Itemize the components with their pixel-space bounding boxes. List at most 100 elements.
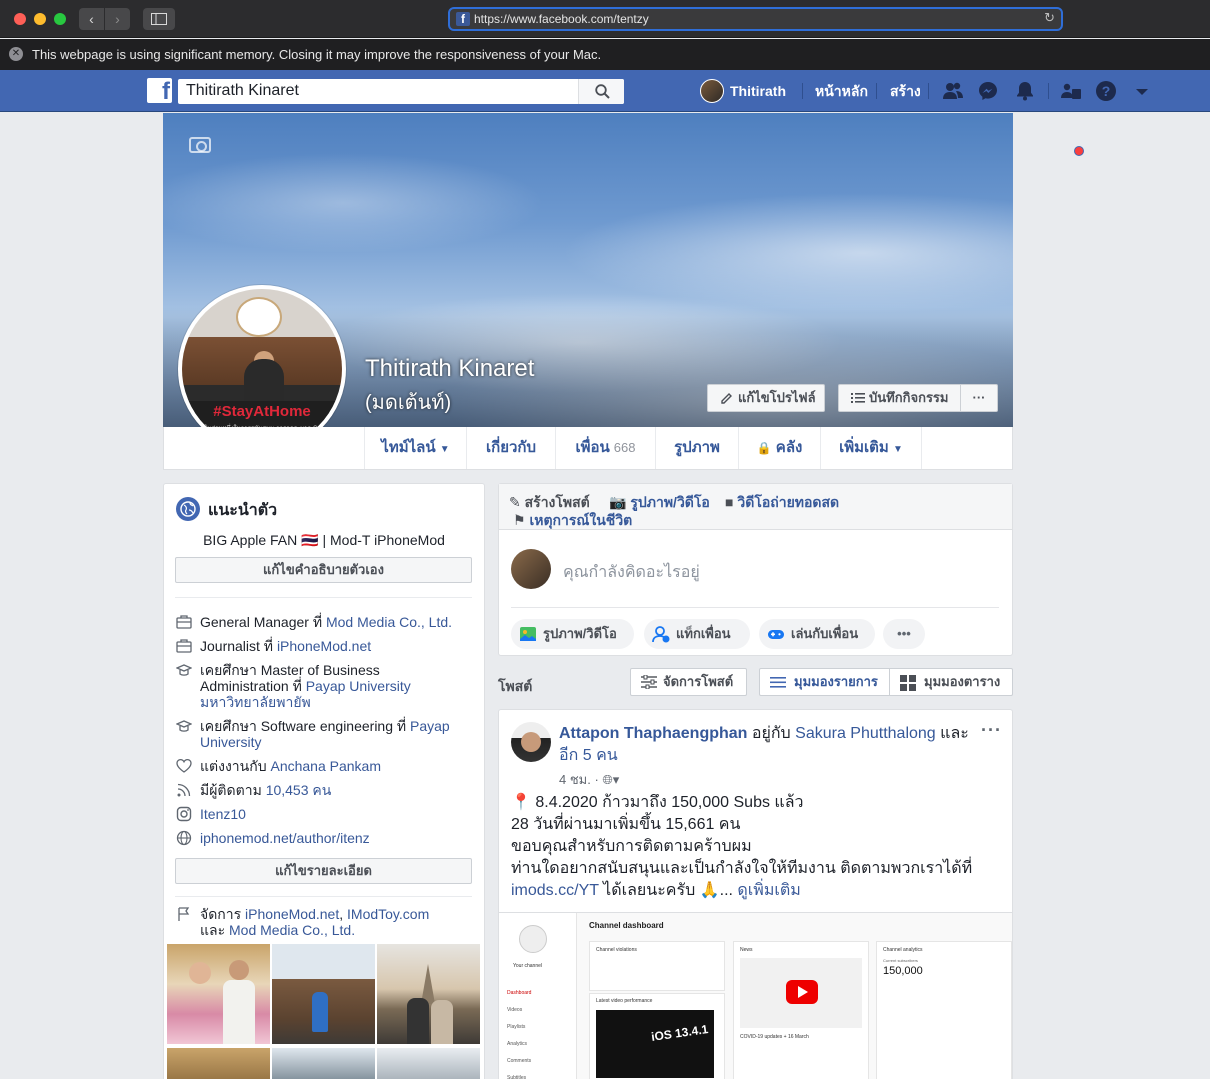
profile-name[interactable]: Thitirath Kinaret [365,355,534,383]
heart-icon [176,758,192,773]
close-window-button[interactable] [14,13,26,25]
photo-thumbnail[interactable] [272,1048,375,1079]
more-options-button[interactable]: ··· [960,384,998,412]
composer-avatar [511,549,551,589]
notifications-bell-icon[interactable] [1014,80,1036,102]
photo-thumbnail[interactable] [167,1048,270,1079]
followers-link[interactable]: 10,453 คน [266,782,332,798]
life-event-label: เหตุการณ์ในชีวิต [529,512,633,528]
list-view-icon [770,677,786,688]
website-link[interactable]: iphonemod.net/author/itenz [200,830,474,846]
tag-friends-button[interactable]: แท็กเพื่อน [644,619,750,649]
post-others-link[interactable]: อีก 5 คน [559,747,618,764]
spouse-link[interactable]: Anchana Pankam [270,758,381,774]
tab-more[interactable]: เพิ่มเติม ▼ [820,427,922,469]
instagram-icon [176,806,192,822]
post-with-text: อยู่กับ [747,725,796,742]
post-line: ได้เลยนะครับ 🙏... [598,882,738,899]
posts-section-title: โพสต์ [498,678,533,694]
manage-posts-label: จัดการโพสต์ [663,674,734,689]
manages-link-modmedia[interactable]: Mod Media Co., Ltd. [229,922,355,938]
intro-manages: จัดการ iPhoneMod.net, IModToy.com และ Mod… [176,906,474,938]
camera-icon[interactable] [189,137,211,153]
search-button[interactable] [578,79,624,104]
intro-education-2: เคยศึกษา Software engineering ที่ Payap … [176,718,466,750]
post-options-button[interactable]: ··· [981,720,1002,741]
help-icon[interactable]: ? [1095,80,1117,102]
create-link[interactable]: สร้าง [890,70,921,112]
photo-thumbnail[interactable] [377,1048,480,1079]
manages-link-imodtoy[interactable]: IModToy.com [347,906,429,922]
manages-link-iphonemod[interactable]: iPhoneMod.net [245,906,339,922]
grid-view-button[interactable]: มุมมองตาราง [889,668,1013,696]
post-timestamp[interactable]: 4 ชม. · [559,772,602,787]
photo-thumbnail[interactable] [377,944,480,1044]
profile-tab-bar: ไทม์ไลน์ ▼ เกี่ยวกับ เพื่อน 668 รูปภาพ 🔒 … [163,427,1013,470]
flag-icon: ⚑ [513,512,526,528]
search-input[interactable]: Thitirath Kinaret [186,82,299,100]
user-name-link[interactable]: Thitirath [730,70,786,112]
list-view-button[interactable]: มุมมองรายการ [759,668,890,696]
manage-posts-button[interactable]: จัดการโพสต์ [630,668,747,696]
work1-link[interactable]: Mod Media Co., Ltd. [326,614,452,630]
tab-about[interactable]: เกี่ยวกับ [466,427,555,469]
chevron-down-icon: ▼ [892,444,903,455]
work1-text: General Manager ที่ [200,614,326,630]
live-video-tab[interactable]: ■ วิดีโอถ่ายทอดสด [725,492,839,514]
sidebar-toggle-button[interactable] [143,8,175,30]
tab-friends[interactable]: เพื่อน 668 [555,427,655,469]
messenger-icon[interactable] [977,80,999,102]
life-event-tab[interactable]: ⚑ เหตุการณ์ในชีวิต [513,510,632,532]
facebook-logo-icon[interactable]: f [147,78,172,105]
edit-details-button[interactable]: แก้ไขรายละเอียด [175,858,472,884]
zoom-window-button[interactable] [54,13,66,25]
instagram-link[interactable]: Itenz10 [200,806,474,822]
edu1-link[interactable]: Payap University [306,678,411,694]
edit-profile-button[interactable]: แก้ไขโปรไฟล์ [707,384,825,412]
home-link[interactable]: หน้าหลัก [815,70,868,112]
friends-icon[interactable] [942,80,964,102]
search-icon [595,84,610,99]
work2-link[interactable]: iPhoneMod.net [277,638,371,654]
back-button[interactable]: ‹ [79,8,104,30]
divider [876,83,877,99]
minimize-window-button[interactable] [34,13,46,25]
photo-thumbnail[interactable] [167,944,270,1044]
reload-icon[interactable]: ↻ [1044,10,1055,26]
globe-icon[interactable]: 🌐︎▾ [602,772,619,787]
post-author-avatar[interactable] [511,722,551,762]
post-link[interactable]: imods.cc/YT [511,882,599,899]
post-tagged-link[interactable]: Sakura Phutthalong [795,725,936,742]
tab-archive-label: คลัง [775,439,803,456]
edu1-link-thai[interactable]: มหาวิทยาลัยพายัพ [200,694,311,710]
close-warning-icon[interactable]: ✕ [9,47,23,61]
manages-comma: , [339,906,348,922]
tag-friends-icon [652,626,670,643]
edit-bio-button[interactable]: แก้ไขคำอธิบายตัวเอง [175,557,472,583]
post-author-link[interactable]: Attapon Thaphaengphan [559,725,747,742]
post-image[interactable]: Your channel Dashboard Videos Playlists … [499,912,1012,1079]
photo-video-button[interactable]: รูปภาพ/วิดีโอ [511,619,634,649]
tab-timeline[interactable]: ไทม์ไลน์ ▼ [364,427,466,469]
activity-log-button[interactable]: บันทึกกิจกรรม [838,384,961,412]
account-menu-chevron-icon[interactable] [1131,80,1153,102]
yt-nav-item: Subtitles [507,1075,527,1079]
yt-nav-item: Videos [507,1007,523,1013]
tab-photos[interactable]: รูปภาพ [655,427,738,469]
see-more-link[interactable]: ดูเพิ่มเติม [737,882,800,899]
forward-button[interactable]: › [105,8,130,30]
user-avatar[interactable] [700,79,724,103]
play-with-friends-button[interactable]: เล่นกับเพื่อน [759,619,875,649]
composer-more-button[interactable]: ••• [883,619,925,649]
post-meta: 4 ชม. · 🌐︎▾ [559,769,619,790]
photo-thumbnail[interactable] [272,944,375,1044]
profile-picture-image: #StayAtHome ขอร่วมเป็นส่วนหนึ่งในการสนับ… [182,289,342,449]
photo-grid [167,944,480,1079]
groups-icon[interactable] [1060,80,1082,102]
search-box[interactable]: Thitirath Kinaret [178,79,624,104]
composer-input[interactable]: คุณกำลังคิดอะไรอยู่ [563,560,700,585]
grid-view-icon [900,675,916,691]
yt-latest-title: Latest video performance [596,998,653,1004]
tab-archive[interactable]: 🔒 คลัง [738,427,820,469]
address-bar[interactable]: f https://www.facebook.com/tentzy ↻ [448,7,1063,31]
